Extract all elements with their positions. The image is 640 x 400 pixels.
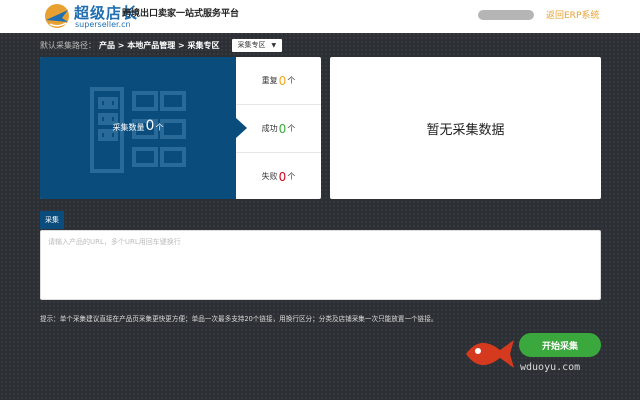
brand-slogan: 跨境出口卖家一站式服务平台 <box>122 9 240 19</box>
stats-summary: 采集数量0个 <box>40 57 236 199</box>
total-unit: 个 <box>155 123 164 132</box>
return-erp-link[interactable]: 返回ERP系统 <box>546 8 599 21</box>
top-header: 超级店长 superseller.cn 跨境出口卖家一站式服务平台 返回ERP系… <box>0 0 640 33</box>
empty-state-text: 暂无采集数据 <box>426 122 505 138</box>
stat-failed: 失败 0 个 <box>236 153 321 199</box>
collect-path-row: 默认采集路径： 产品 > 本地产品管理 > 采集专区 采集专区 ▼ <box>40 38 283 52</box>
stat-label: 重复 <box>261 76 278 85</box>
path-value: 产品 > 本地产品管理 > 采集专区 <box>99 40 220 50</box>
chevron-down-icon: ▼ <box>271 41 277 49</box>
stat-number: 0 <box>278 73 287 88</box>
start-collect-button[interactable]: 开始采集 <box>519 333 601 357</box>
stat-success: 成功 0 个 <box>236 105 321 153</box>
stat-label: 成功 <box>261 124 278 133</box>
stat-unit: 个 <box>287 172 296 181</box>
user-account-pill[interactable] <box>478 10 534 20</box>
logo-plane-icon <box>45 4 69 28</box>
stat-unit: 个 <box>287 76 296 85</box>
total-count: 采集数量0个 <box>40 118 236 134</box>
path-select-value: 采集专区 <box>237 40 266 49</box>
url-input[interactable] <box>40 230 601 300</box>
path-select[interactable]: 采集专区 ▼ <box>231 38 283 52</box>
tip-text: 提示：单个采集建议直接在产品页采集更快更方便；单品一次最多支持20个链接，用换行… <box>40 315 438 323</box>
stat-unit: 个 <box>287 124 296 133</box>
watermark-text: wduoyu.com <box>520 362 581 373</box>
fish-watermark-icon <box>466 340 514 368</box>
path-label: 默认采集路径： <box>40 40 96 50</box>
stat-number: 0 <box>278 121 287 136</box>
stats-panel: 采集数量0个 重复 0 个 成功 0 个 失败 0 个 <box>40 57 321 199</box>
total-label: 采集数量 <box>112 123 145 132</box>
stat-number: 0 <box>278 169 287 184</box>
stats-breakdown: 重复 0 个 成功 0 个 失败 0 个 <box>236 57 321 199</box>
tab-collect[interactable]: 采集 <box>40 211 64 229</box>
stat-label: 失败 <box>261 172 278 181</box>
result-panel: 暂无采集数据 <box>330 57 601 199</box>
stat-duplicate: 重复 0 个 <box>236 57 321 105</box>
brand-domain: superseller.cn <box>75 20 131 29</box>
total-number: 0 <box>145 118 155 134</box>
